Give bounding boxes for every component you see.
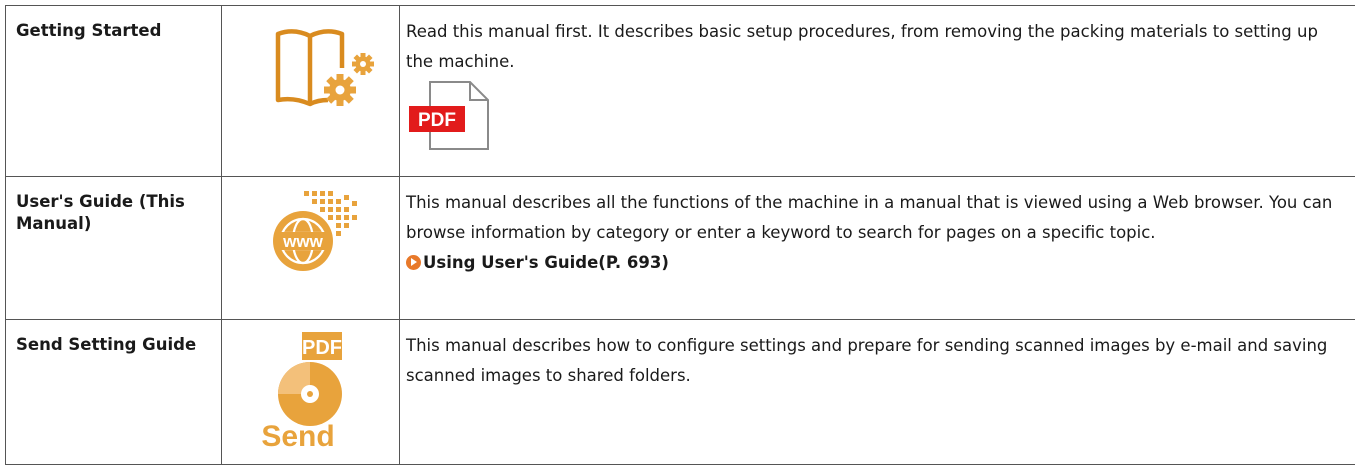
pdf-badge-label: PDF: [418, 110, 456, 131]
manual-description-text: This manual describes all the functions …: [406, 193, 1333, 242]
manual-name: User's Guide (This Manual): [16, 192, 185, 233]
manual-name-cell: Send Setting Guide: [5, 319, 222, 465]
manual-name-cell: User's Guide (This Manual): [5, 176, 222, 320]
manual-name: Send Setting Guide: [16, 335, 197, 354]
using-users-guide-link[interactable]: Using User's Guide(P. 693): [406, 253, 669, 272]
send-pdf-icon: PDF Send: [260, 332, 342, 450]
link-label: Using User's Guide(P. 693): [423, 253, 669, 272]
svg-text:www: www: [282, 232, 323, 251]
manuals-table: Getting Started Read this manual first. …: [5, 5, 1355, 465]
manual-description: This manual describes how to configure s…: [406, 336, 1328, 385]
table-row: User's Guide (This Manual) www This manu…: [5, 176, 1355, 320]
manual-description: Read this manual first. It describes bas…: [406, 22, 1318, 71]
manual-description: This manual describes all the functions …: [406, 188, 1350, 278]
manual-icon-cell: [221, 5, 400, 177]
manual-description-cell: Read this manual first. It describes bas…: [399, 5, 1355, 177]
www-globe-icon: www: [272, 191, 357, 271]
manual-icon-cell: www: [221, 176, 400, 320]
manual-name: Getting Started: [16, 21, 162, 40]
table-row: Send Setting Guide PDF Send This manual …: [5, 319, 1355, 465]
table-row: Getting Started Read this manual first. …: [5, 5, 1355, 177]
manual-description-cell: This manual describes all the functions …: [399, 176, 1355, 320]
book-gear-icon: [275, 29, 374, 107]
arrow-right-icon: [406, 255, 421, 270]
manual-description-cell: This manual describes how to configure s…: [399, 319, 1355, 465]
manual-name-cell: Getting Started: [5, 5, 222, 177]
pdf-file-icon[interactable]: PDF: [408, 79, 490, 151]
manual-icon-cell: PDF Send: [221, 319, 400, 465]
send-pdf-badge: PDF: [302, 337, 342, 359]
send-label: Send: [261, 420, 334, 450]
